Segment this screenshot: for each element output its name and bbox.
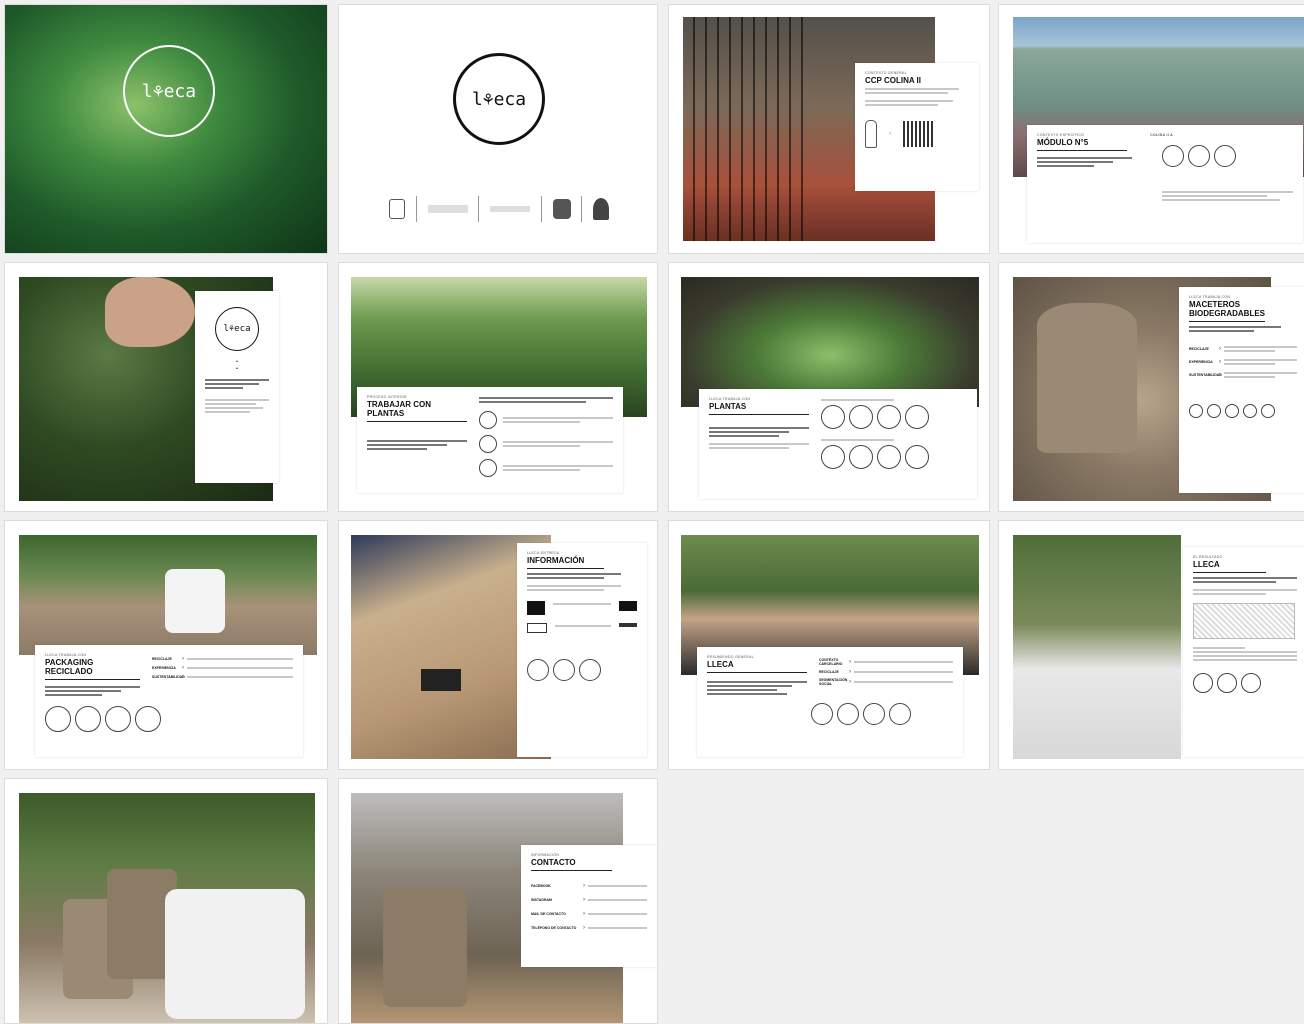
info-card: LLECA TRABAJA CON PACKAGING RECICLADO RE… — [35, 645, 303, 757]
slide-informacion: LLECA ENTREGA INFORMACIÓN — [338, 520, 658, 770]
logo-block — [427, 205, 468, 213]
tree-icon — [593, 198, 609, 220]
info-card: LLECA TRABAJA CON PLANTAS — [699, 389, 977, 499]
slide-cover: l⚘eca — [4, 4, 328, 254]
info-card: LLECA ENTREGA INFORMACIÓN — [517, 543, 647, 757]
info-card: RESUMIENDO GENERAL LLECA CONTEXTO CARCEL… — [697, 647, 963, 757]
paper-pot — [165, 569, 225, 633]
info-card: LLECA TRABAJA CON MACETEROS BIODEGRADABL… — [1179, 287, 1304, 493]
info-card: CONTEXTO ESPECÍFICO MÓDULO N°5 COLINA II… — [1027, 125, 1303, 243]
slide-pots-photo — [4, 778, 328, 1024]
slide-packaging: LLECA TRABAJA CON PACKAGING RECICLADO RE… — [4, 520, 328, 770]
tag-card — [421, 669, 461, 691]
slide-lleca-resumen: RESUMIENDO GENERAL LLECA CONTEXTO CARCEL… — [668, 520, 990, 770]
slide-resultado: EL RESULTADO LLECA — [998, 520, 1304, 770]
seedlings-photo — [681, 277, 979, 407]
slide-modulo-5: CONTEXTO ESPECÍFICO MÓDULO N°5 COLINA II… — [998, 4, 1304, 254]
circle-icon — [1162, 145, 1184, 167]
intro-card: l⚘eca ⌄ ⌄ — [195, 291, 279, 483]
lleca-logo: l⚘eca — [123, 45, 215, 137]
slide-intro-hand: l⚘eca ⌄ ⌄ — [4, 262, 328, 512]
logo-block — [490, 206, 530, 212]
info-card: EL RESULTADO LLECA — [1183, 547, 1304, 757]
info-card: PROCESO INTERIOR TRABAJAR CON PLANTAS — [357, 387, 623, 493]
bars-overlay — [683, 17, 803, 241]
slide-contacto: INFORMACIÓN CONTACTO FACEBOOK › INSTAGRAM… — [338, 778, 658, 1024]
slide-maceteros: LLECA TRABAJA CON MACETEROS BIODEGRADABL… — [998, 262, 1304, 512]
slide-trabajar-plantas: PROCESO INTERIOR TRABAJAR CON PLANTAS — [338, 262, 658, 512]
lleca-logo: l⚘eca — [453, 53, 545, 145]
dotted-box — [1193, 603, 1295, 639]
hands-icon — [1188, 145, 1210, 167]
label-sample — [527, 601, 545, 615]
lleca-product-photo — [1013, 535, 1181, 759]
plant-icon — [1214, 145, 1236, 167]
info-card: CONTEXTO GENERAL CCP COLINA II › — [855, 63, 979, 191]
pot-shape — [383, 887, 467, 1007]
contact-card: INFORMACIÓN CONTACTO FACEBOOK › INSTAGRAM… — [521, 845, 657, 967]
lleca-logo: l⚘eca — [215, 307, 259, 351]
pot-shape — [1037, 303, 1137, 453]
pot-right — [165, 889, 305, 1019]
slide-ccp-colina: CONTEXTO GENERAL CCP COLINA II › — [668, 4, 990, 254]
partner-logos — [389, 195, 609, 223]
slide-plantas: LLECA TRABAJA CON PLANTAS — [668, 262, 990, 512]
badge-icon — [552, 199, 571, 219]
slide-logos: l⚘eca — [338, 4, 658, 254]
building-icon — [903, 121, 933, 147]
seal-icon — [389, 199, 405, 219]
person-icon — [865, 120, 877, 148]
label-sample — [619, 601, 637, 611]
hand-shape — [105, 277, 195, 347]
